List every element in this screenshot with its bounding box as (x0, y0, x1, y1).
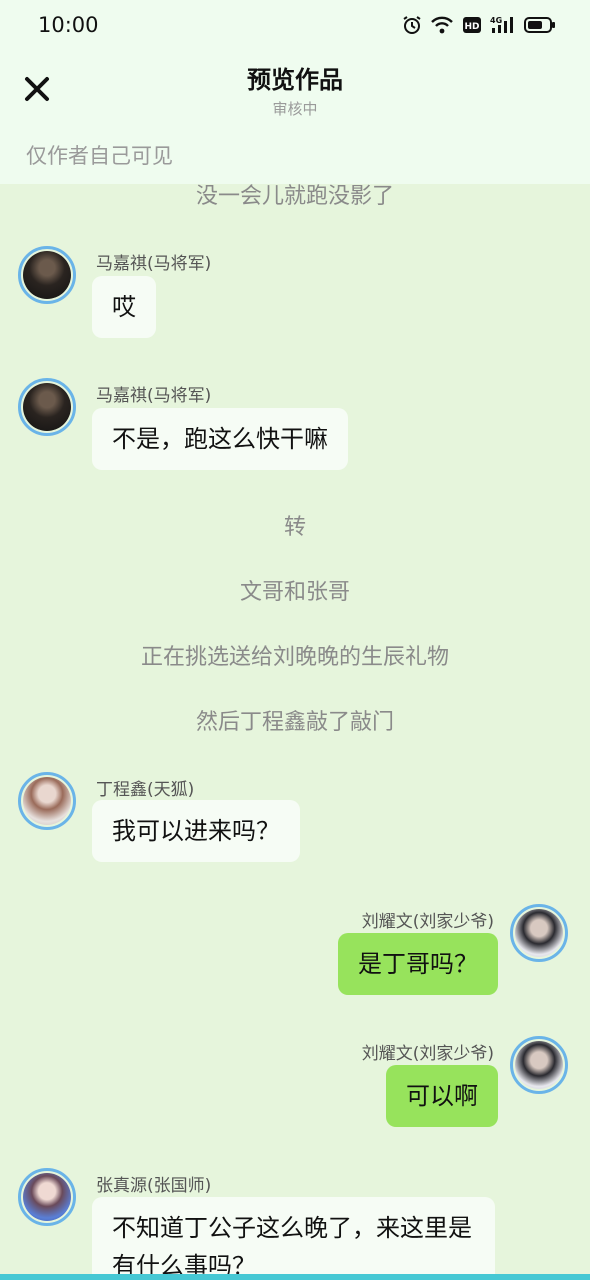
review-status: 审核中 (272, 100, 318, 118)
sender-name: 丁程鑫(天狐) (96, 780, 195, 800)
avatar[interactable] (18, 378, 76, 436)
avatar[interactable] (510, 904, 568, 962)
narration-text: 然后丁程鑫敲了敲门 (195, 710, 394, 735)
battery-icon (524, 17, 555, 33)
avatar[interactable] (18, 772, 76, 830)
narration-text: 没一会儿就跑没影了 (195, 184, 394, 209)
svg-text:HD: HD (464, 22, 479, 32)
avatar[interactable] (510, 1036, 568, 1094)
narration-text: 正在挑选送给刘晚晚的生辰礼物 (140, 645, 449, 670)
narration-text: 文哥和张哥 (239, 580, 350, 605)
avatar[interactable] (18, 1168, 76, 1226)
status-icons: HD 4G (402, 15, 556, 35)
message-bubble[interactable]: 哎 (92, 276, 156, 338)
visibility-note: 仅作者自己可见 (26, 144, 173, 168)
svg-text:4G: 4G (490, 16, 502, 25)
message-bubble[interactable]: 不知道丁公子这么晚了，来这里是有什么事吗？ (92, 1197, 495, 1280)
sender-name: 马嘉祺(马将军) (96, 254, 212, 274)
alarm-icon (403, 16, 421, 34)
status-bar: 10:00 HD 4G (0, 0, 590, 52)
message-bubble[interactable]: 可以啊 (386, 1065, 498, 1127)
avatar[interactable] (18, 246, 76, 304)
hd-icon: HD (463, 17, 481, 33)
message-bubble[interactable]: 不是，跑这么快干嘛 (92, 408, 348, 470)
narration-text: 转 (283, 515, 306, 540)
message-bubble[interactable]: 是丁哥吗？ (338, 933, 498, 995)
sender-name: 刘耀文(刘家少爷) (361, 1044, 494, 1064)
bottom-accent-bar (0, 1274, 590, 1280)
message-bubble[interactable]: 我可以进来吗？ (92, 800, 300, 862)
header: 预览作品 审核中 仅作者自己可见 (0, 52, 590, 184)
sender-name: 刘耀文(刘家少爷) (361, 912, 494, 932)
sender-name: 张真源(张国师) (96, 1176, 212, 1196)
status-time: 10:00 (38, 13, 99, 37)
signal-4g-icon: 4G (490, 16, 513, 33)
wifi-icon (431, 16, 453, 34)
page-title: 预览作品 (247, 66, 343, 94)
chat-area[interactable]: 没一会儿就跑没影了 马嘉祺(马将军) 哎 马嘉祺(马将军) 不是，跑这么快干嘛 … (0, 184, 590, 1280)
sender-name: 马嘉祺(马将军) (96, 386, 212, 406)
